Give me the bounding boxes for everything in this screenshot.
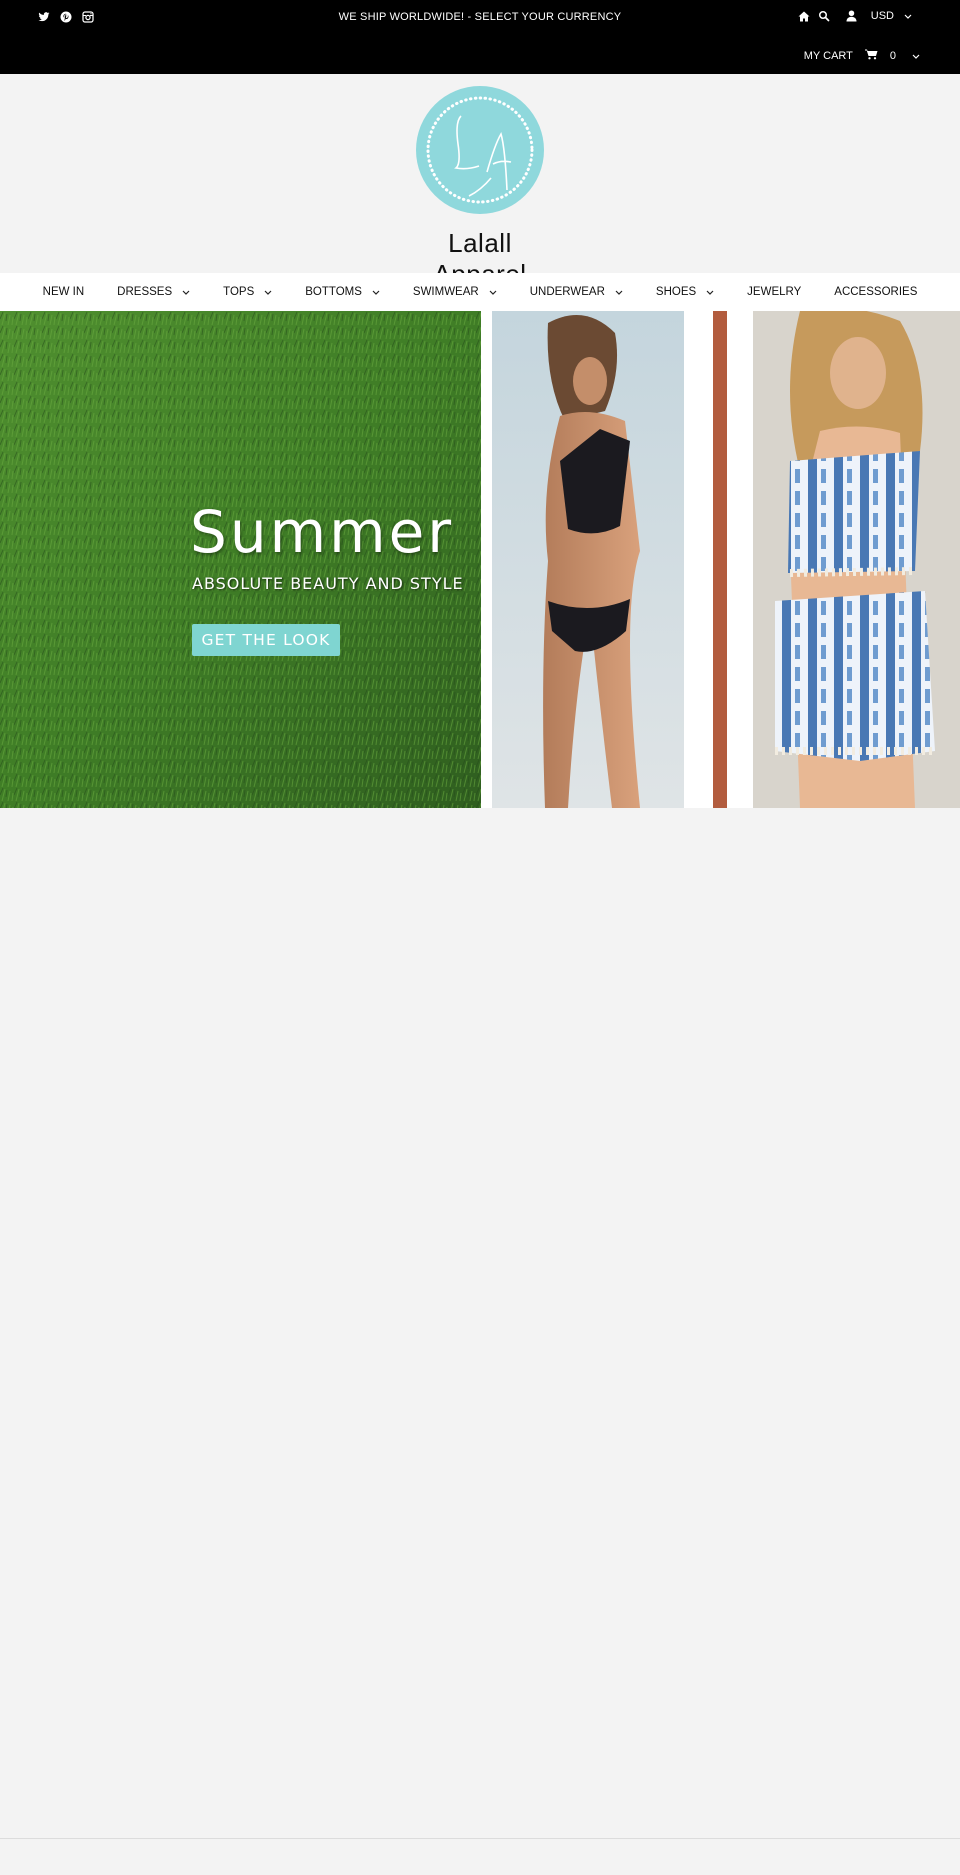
chevron-down-icon (912, 54, 920, 59)
nav-item-dresses[interactable]: DRESSES (117, 286, 190, 298)
chevron-down-icon (182, 290, 190, 295)
top-bar: WE SHIP WORLDWIDE! - SELECT YOUR CURRENC… (0, 0, 960, 74)
cart-button[interactable]: MY CART 0 (804, 49, 920, 63)
chevron-down-icon (372, 290, 380, 295)
chevron-down-icon (489, 290, 497, 295)
main-navigation: NEW IN DRESSES TOPS BOTTOMS SWIMWEAR UND… (0, 273, 960, 311)
chevron-down-icon (264, 290, 272, 295)
nav-item-new-in[interactable]: NEW IN (43, 286, 85, 298)
nav-item-shoes[interactable]: SHOES (656, 286, 714, 298)
nav-item-label: NEW IN (42, 286, 85, 298)
nav-item-label: BOTTOMS (305, 286, 362, 298)
currency-value: USD (870, 10, 894, 22)
chevron-down-icon (706, 290, 714, 295)
nav-item-label: DRESSES (117, 286, 173, 298)
nav-item-underwear[interactable]: UNDERWEAR (530, 286, 623, 298)
user-icon[interactable] (846, 10, 857, 22)
cart-count: 0 (889, 50, 896, 62)
home-icon[interactable] (798, 11, 810, 22)
nav-item-label: TOPS (223, 286, 255, 298)
hero-banner[interactable]: Summer ABSOLUTE BEAUTY AND STYLE GET THE… (0, 311, 960, 808)
chevron-down-icon (904, 14, 912, 19)
nav-item-label: SHOES (655, 286, 697, 298)
nav-item-label: ACCESSORIES (834, 286, 918, 298)
header-tools: USD (798, 10, 912, 22)
brand-logo[interactable]: Lalall Apparel (409, 86, 551, 289)
hero-background-image (0, 311, 960, 808)
nav-item-bottoms[interactable]: BOTTOMS (305, 286, 380, 298)
nav-item-label: JEWELRY (747, 286, 802, 298)
hero-subtitle: ABSOLUTE BEAUTY AND STYLE (192, 574, 464, 593)
cart-icon (864, 49, 878, 63)
logo-emblem (416, 86, 544, 214)
footer-divider (0, 1838, 960, 1839)
currency-selector[interactable]: USD (871, 10, 912, 22)
nav-item-label: UNDERWEAR (529, 286, 605, 298)
cart-label: MY CART (803, 50, 853, 62)
nav-item-jewelry[interactable]: JEWELRY (747, 286, 801, 298)
chevron-down-icon (615, 290, 623, 295)
nav-item-tops[interactable]: TOPS (223, 286, 272, 298)
get-the-look-button[interactable]: GET THE LOOK (192, 624, 340, 656)
nav-item-accessories[interactable]: ACCESSORIES (834, 286, 917, 298)
search-icon[interactable] (818, 10, 830, 22)
hero-title: Summer (190, 498, 455, 566)
site-header: Lalall Apparel (0, 74, 960, 289)
nav-item-label: SWIMWEAR (412, 286, 479, 298)
nav-item-swimwear[interactable]: SWIMWEAR (413, 286, 497, 298)
